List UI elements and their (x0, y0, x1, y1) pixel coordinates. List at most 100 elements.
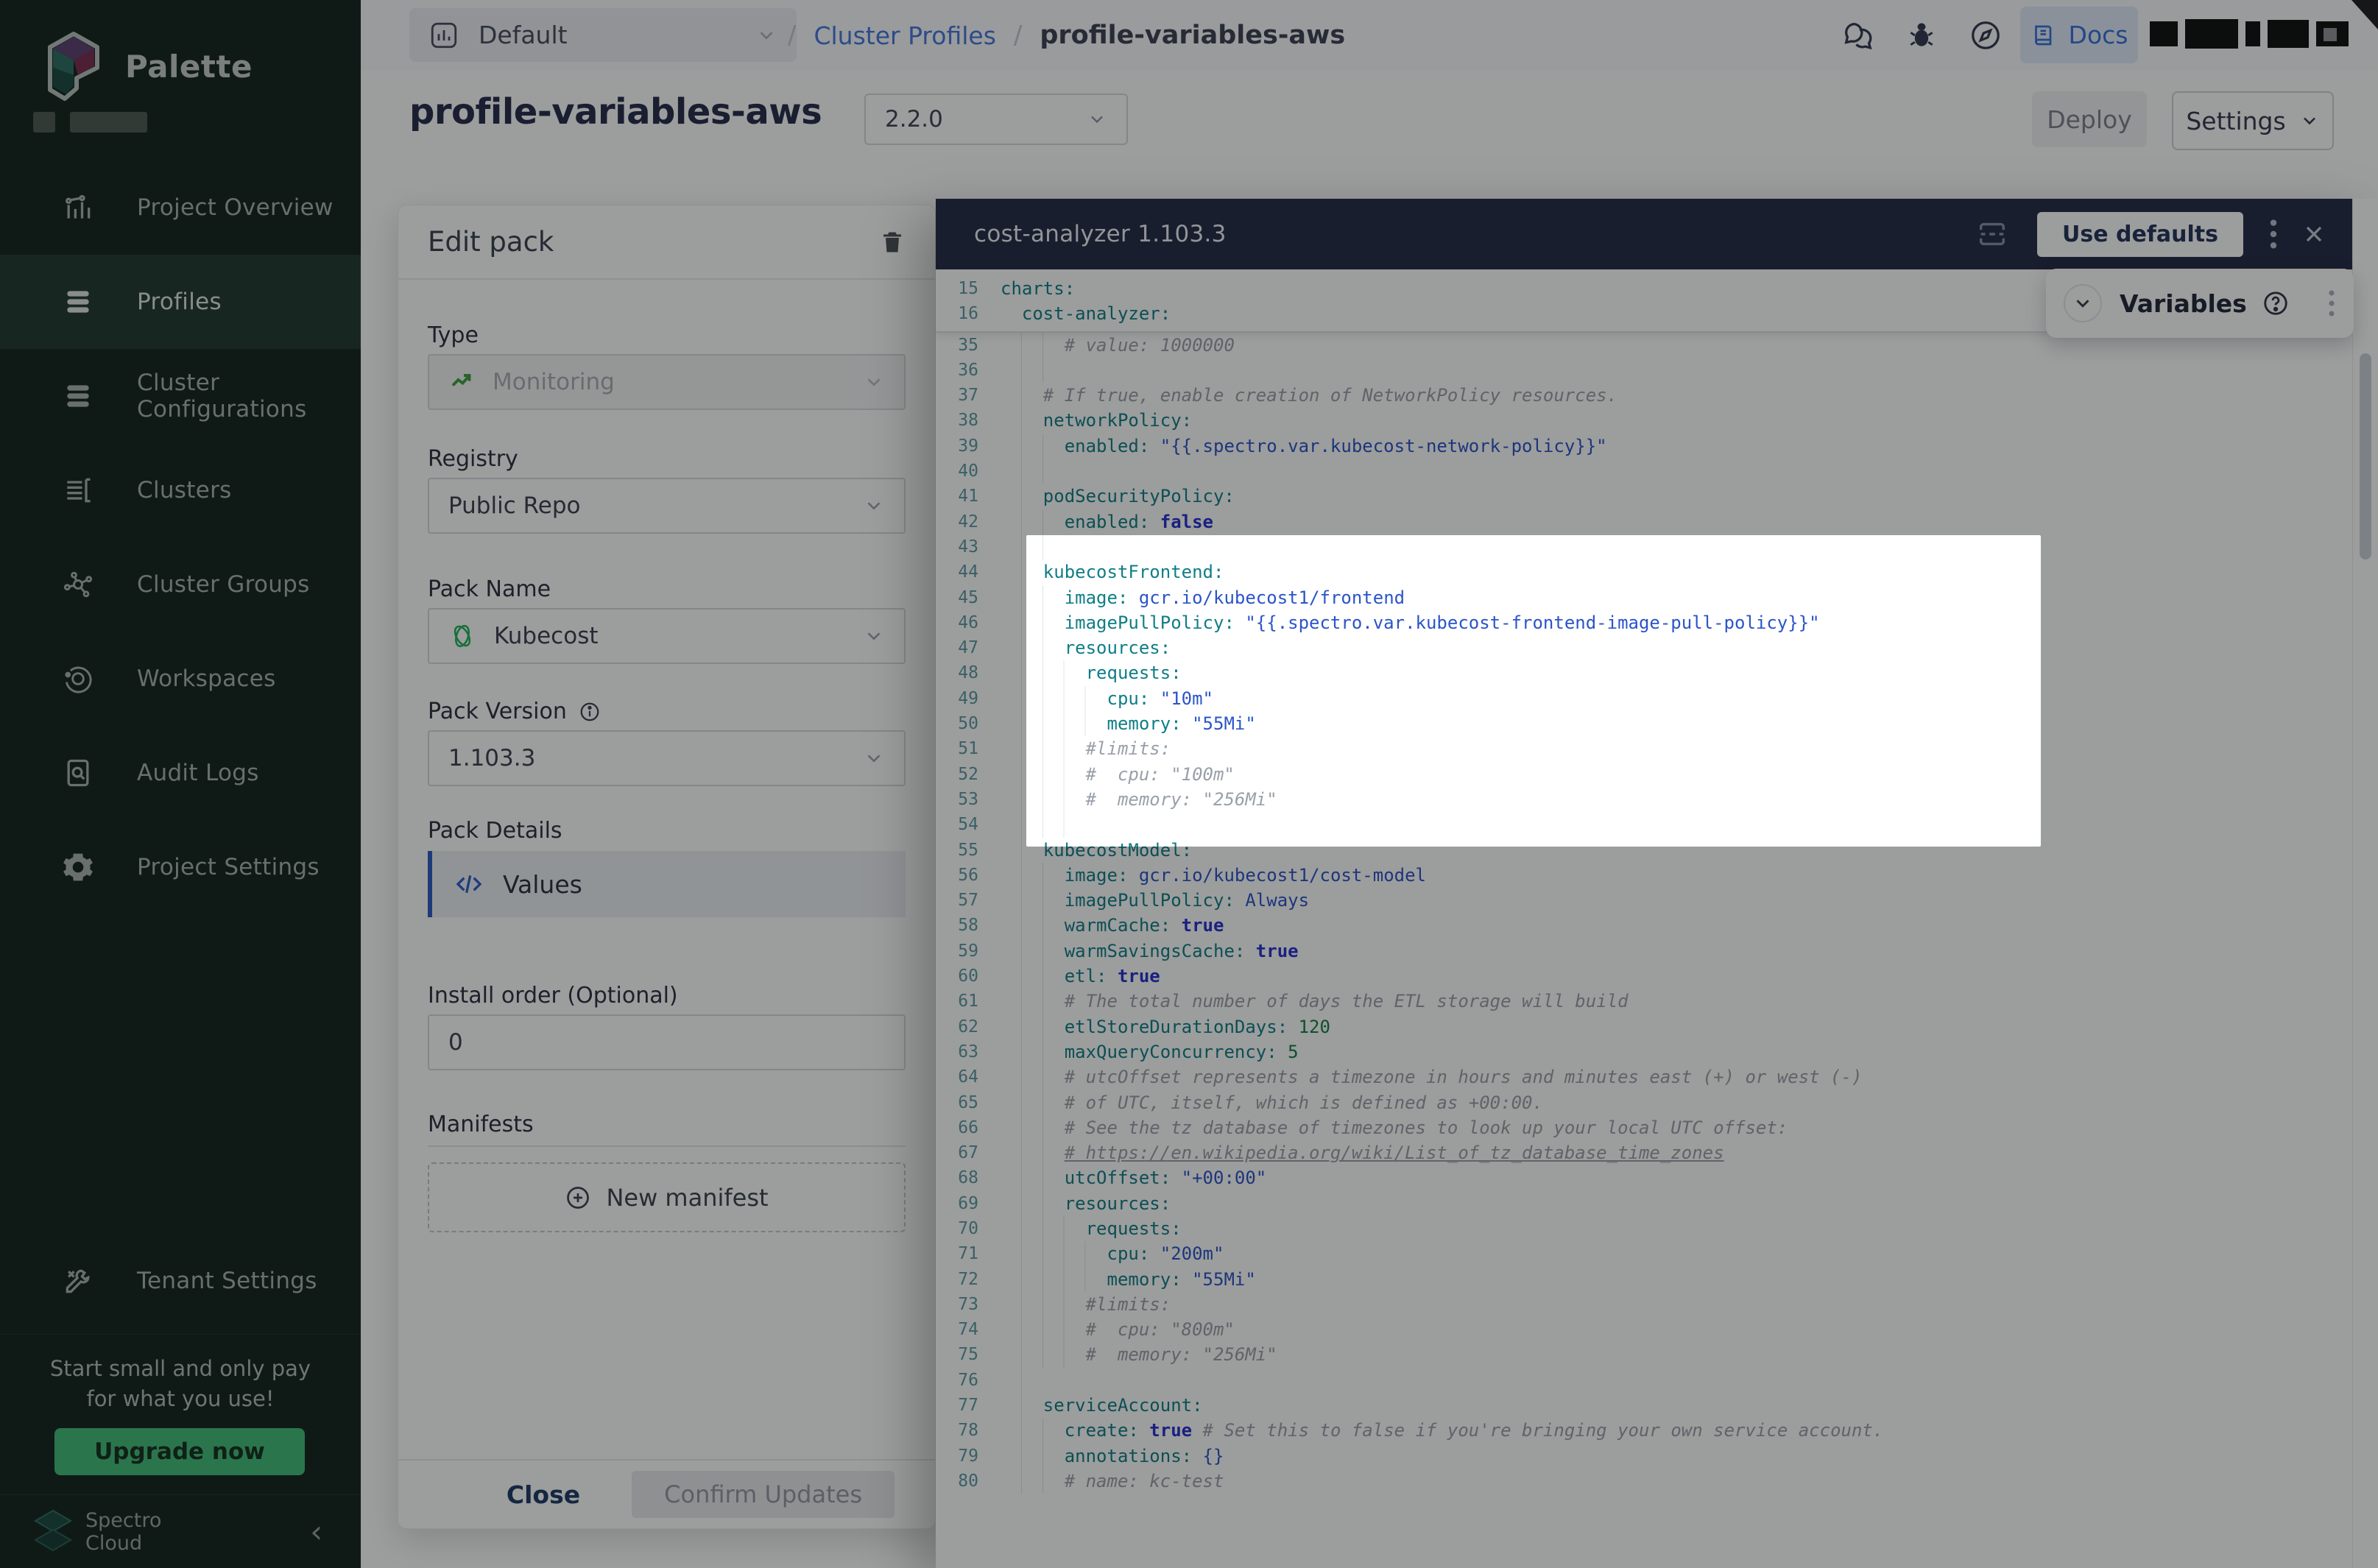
variables-kebab-icon[interactable] (2327, 288, 2336, 319)
upgrade-promo-text: Start small and only pay for what you us… (0, 1334, 361, 1414)
sidebar-item-workspaces[interactable]: Workspaces (0, 632, 361, 726)
code-line[interactable]: 48 requests: (936, 660, 2352, 685)
code-line[interactable]: 46 imagePullPolicy: "{{.spectro.var.kube… (936, 610, 2352, 635)
sidebar-item-clusters[interactable]: Clusters (0, 443, 361, 537)
code-line[interactable]: 57 imagePullPolicy: Always (936, 888, 2352, 913)
code-line[interactable]: 67 # https://en.wikipedia.org/wiki/List_… (936, 1140, 2352, 1165)
code-line[interactable]: 44 kubecostFrontend: (936, 559, 2352, 585)
code-line[interactable]: 60 etl: true (936, 964, 2352, 989)
scrollbar-thumb[interactable] (2360, 353, 2371, 559)
confirm-updates-button[interactable]: Confirm Updates (632, 1471, 895, 1518)
help-icon[interactable] (2262, 289, 2290, 317)
code-line[interactable]: 77 serviceAccount: (936, 1393, 2352, 1418)
code-line[interactable]: 76 (936, 1368, 2352, 1393)
new-manifest-button[interactable]: New manifest (428, 1162, 906, 1232)
variables-expand-button[interactable] (2064, 284, 2102, 322)
code-line[interactable]: 63 maxQueryConcurrency: 5 (936, 1039, 2352, 1064)
sidebar-item-tenant-settings[interactable]: Tenant Settings (0, 1234, 361, 1328)
sidebar-item-project-overview[interactable]: Project Overview (0, 160, 361, 255)
code-line[interactable]: 70 requests: (936, 1216, 2352, 1241)
code-line[interactable]: 55 kubecostModel: (936, 838, 2352, 863)
docs-button[interactable]: Docs (2020, 7, 2138, 63)
delete-pack-icon[interactable] (879, 229, 906, 255)
code-line[interactable]: 65 # of UTC, itself, which is defined as… (936, 1090, 2352, 1115)
line-number: 61 (936, 989, 978, 1014)
code-line[interactable]: 53 # memory: "256Mi" (936, 787, 2352, 812)
code-line[interactable]: 36 (936, 358, 2352, 383)
line-number: 57 (936, 888, 978, 913)
code-line[interactable]: 58 warmCache: true (936, 913, 2352, 938)
code-line[interactable]: 43 (936, 534, 2352, 559)
compass-icon[interactable] (1969, 18, 2003, 52)
edit-pack-form: Type Monitoring Registry Public Repo Pac… (398, 322, 935, 1232)
type-select[interactable]: Monitoring (428, 354, 906, 410)
close-modal-icon[interactable] (2301, 221, 2327, 247)
upgrade-now-button[interactable]: Upgrade now (54, 1428, 305, 1475)
code-line[interactable]: 73 #limits: (936, 1292, 2352, 1317)
code-line[interactable]: 42 enabled: false (936, 509, 2352, 534)
line-number: 71 (936, 1241, 978, 1266)
code-line[interactable]: 68 utcOffset: "+00:00" (936, 1165, 2352, 1190)
code-line[interactable]: 80 # name: kc-test (936, 1469, 2352, 1494)
sidebar-item-profiles[interactable]: Profiles (0, 255, 361, 349)
code-line[interactable]: 69 resources: (936, 1191, 2352, 1216)
code-line[interactable]: 62 etlStoreDurationDays: 120 (936, 1014, 2352, 1039)
breadcrumb-cluster-profiles[interactable]: Cluster Profiles (814, 21, 995, 50)
code-line[interactable]: 66 # See the tz database of timezones to… (936, 1115, 2352, 1140)
kebab-menu-icon[interactable] (2268, 217, 2279, 251)
line-number: 37 (936, 383, 978, 408)
registry-select[interactable]: Public Repo (428, 478, 906, 534)
code-line[interactable]: 52 # cpu: "100m" (936, 762, 2352, 787)
code-line[interactable]: 39 enabled: "{{.spectro.var.kubecost-net… (936, 434, 2352, 459)
code-line[interactable]: 47 resources: (936, 635, 2352, 660)
project-selector[interactable]: Default (409, 8, 797, 62)
code-line[interactable]: 72 memory: "55Mi" (936, 1267, 2352, 1292)
sidebar-item-label: Clusters (137, 477, 232, 504)
sidebar-item-project-settings[interactable]: Project Settings (0, 820, 361, 914)
code-line[interactable]: 74 # cpu: "800m" (936, 1317, 2352, 1342)
code-line[interactable]: 71 cpu: "200m" (936, 1241, 2352, 1266)
deploy-button[interactable]: Deploy (2032, 91, 2147, 147)
code-line[interactable]: 79 annotations: {} (936, 1444, 2352, 1469)
install-order-input[interactable] (428, 1014, 906, 1070)
code-line[interactable]: 75 # memory: "256Mi" (936, 1342, 2352, 1367)
yaml-editor[interactable]: 15charts:16 cost-analyzer: 35 # value: 1… (936, 269, 2352, 1568)
pack-version-select[interactable]: 1.103.3 (428, 730, 906, 786)
page-header: profile-variables-aws 2.2.0 Deploy Setti… (361, 71, 2378, 169)
code-line[interactable]: 41 podSecurityPolicy: (936, 484, 2352, 509)
sidebar-item-cluster-groups[interactable]: Cluster Groups (0, 537, 361, 632)
pack-name-select[interactable]: Kubecost (428, 608, 906, 664)
sidebar-item-cluster-configurations[interactable]: Cluster Configurations (0, 349, 361, 443)
info-icon[interactable] (579, 701, 601, 723)
use-defaults-button[interactable]: Use defaults (2037, 212, 2243, 257)
line-number: 67 (936, 1140, 978, 1165)
editor-scrollbar[interactable] (2352, 199, 2378, 1568)
code-line[interactable]: 61 # The total number of days the ETL st… (936, 989, 2352, 1014)
code-line[interactable]: 59 warmSavingsCache: true (936, 939, 2352, 964)
code-line[interactable]: 51 #limits: (936, 736, 2352, 761)
code-line[interactable]: 49 cpu: "10m" (936, 686, 2352, 711)
code-line[interactable]: 38 networkPolicy: (936, 408, 2352, 433)
close-button[interactable]: Close (507, 1480, 580, 1509)
chat-icon[interactable] (1841, 18, 1874, 52)
pack-values-modal: cost-analyzer 1.103.3 Use defaults 15cha… (936, 199, 2378, 1568)
code-line[interactable]: 40 (936, 459, 2352, 484)
pack-details-values-tab[interactable]: Values (428, 851, 906, 917)
redacted-block (2324, 28, 2337, 41)
bug-icon[interactable] (1905, 19, 1938, 52)
collapse-sidebar-chevron[interactable]: ‹ (310, 1516, 322, 1547)
code-line[interactable]: 54 (936, 812, 2352, 837)
diff-compare-icon[interactable] (1975, 217, 2009, 251)
version-select[interactable]: 2.2.0 (864, 93, 1128, 145)
code-line[interactable]: 45 image: gcr.io/kubecost1/frontend (936, 585, 2352, 610)
code-line[interactable]: 78 create: true # Set this to false if y… (936, 1418, 2352, 1443)
pack-version-label: Pack Version (428, 699, 906, 724)
code-line[interactable]: 37 # If true, enable creation of Network… (936, 383, 2352, 408)
monitoring-icon (448, 369, 475, 395)
code-line[interactable]: 56 image: gcr.io/kubecost1/cost-model (936, 863, 2352, 888)
code-line[interactable]: 64 # utcOffset represents a timezone in … (936, 1064, 2352, 1090)
settings-button[interactable]: Settings (2172, 91, 2334, 150)
sidebar-item-audit-logs[interactable]: Audit Logs (0, 726, 361, 820)
code-line[interactable]: 50 memory: "55Mi" (936, 711, 2352, 736)
project-chart-icon (428, 20, 459, 51)
